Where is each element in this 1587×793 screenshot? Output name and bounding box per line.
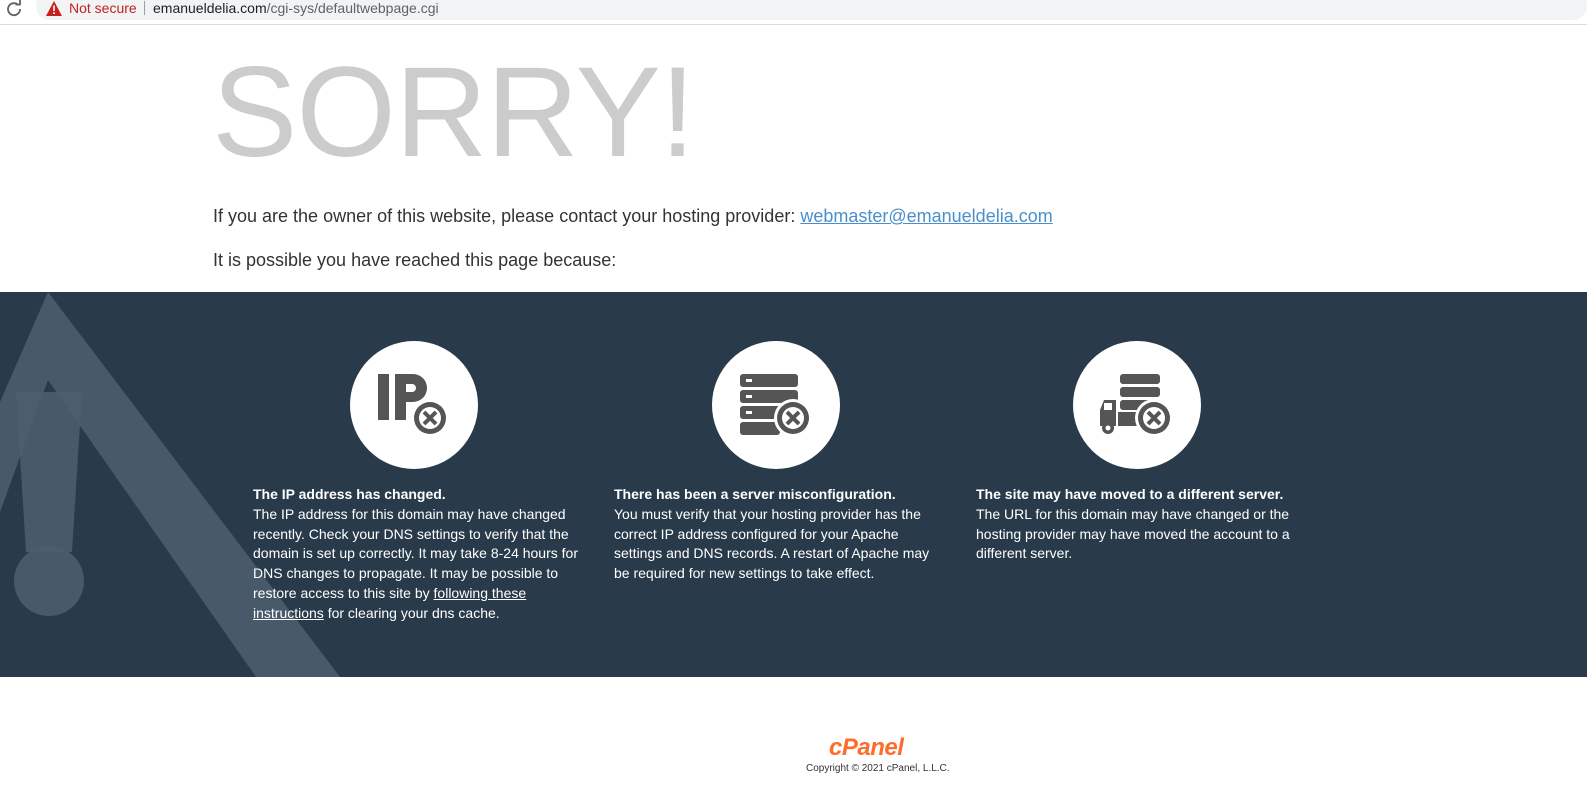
reason-body-end: for clearing your dns cache. [323,604,500,621]
url-host: emanueldelia.com [153,0,267,16]
copyright-text: Copyright © 2021 cPanel, L.L.C. [806,763,950,774]
url-path: /cgi-sys/defaultwebpage.cgi [266,0,439,16]
reason-title: There has been a server misconfiguration… [614,486,896,502]
reason-text: The IP address has changed. The IP addre… [253,485,583,624]
not-secure-label[interactable]: Not secure [69,0,137,16]
server-error-icon [740,374,812,437]
reasons-intro: It is possible you have reached this pag… [213,250,617,270]
browser-address-bar: Not secure emanueldelia.com/cgi-sys/defa… [0,0,1587,25]
address-separator [144,1,145,15]
url-text[interactable]: emanueldelia.com/cgi-sys/defaultwebpage.… [153,0,439,16]
reason-body: The URL for this domain may have changed… [976,505,1290,562]
contact-line: If you are the owner of this website, pl… [213,205,1053,227]
server-moved-icon [1100,374,1173,437]
reason-text: The site may have moved to a different s… [976,485,1306,564]
reason-title: The site may have moved to a different s… [976,486,1284,502]
ip-error-icon [378,374,449,437]
reason-text: There has been a server misconfiguration… [614,485,944,584]
reason-icon-circle [350,341,478,469]
reason-body: You must verify that your hosting provid… [614,505,930,582]
reason-title: The IP address has changed. [253,486,446,502]
warning-triangle-icon[interactable] [46,1,62,16]
reason-body: The IP address for this domain may have … [253,505,578,601]
page-heading: SORRY! [212,41,695,184]
contact-email-link[interactable]: webmaster@emanueldelia.com [800,206,1052,226]
reason-icon-circle [712,341,840,469]
reload-icon[interactable] [5,0,23,18]
reasons-panel: The IP address has changed. The IP addre… [0,292,1587,677]
contact-text: If you are the owner of this website, pl… [213,206,801,226]
reason-icon-circle [1073,341,1201,469]
cpanel-logo[interactable]: cPanel [829,734,904,762]
